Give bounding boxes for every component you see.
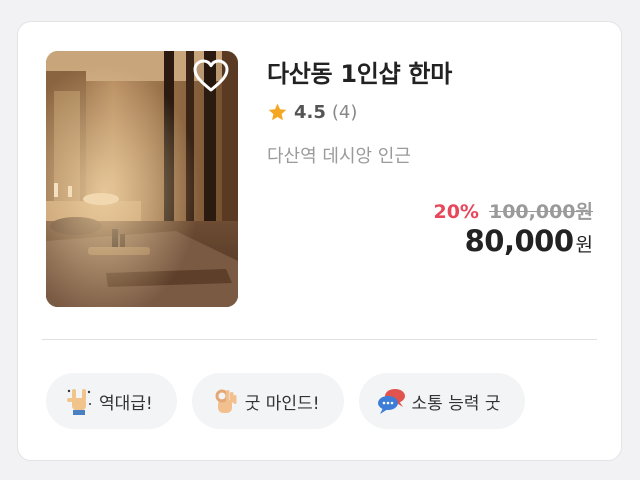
rating: 4.5 (4): [267, 100, 357, 124]
tag-label: 역대급!: [99, 393, 153, 414]
tag-label: 굿 마인드!: [244, 393, 320, 414]
ok-hand-emoji-icon: [215, 389, 237, 413]
rating-score: 4.5: [294, 101, 326, 123]
tag-chip[interactable]: 굿 마인드!: [191, 373, 344, 429]
original-price: 100,000원: [488, 201, 593, 223]
price-value: 80,000: [464, 224, 574, 258]
listing-card[interactable]: 다산동 1인샵 한마 4.5 (4) 다산역 데시앙 인근 20% 100,00…: [17, 21, 622, 461]
star-icon: [268, 103, 287, 120]
discount-info: 20% 100,000원: [433, 197, 593, 224]
price-currency: 원: [575, 234, 593, 256]
tag-chip[interactable]: 소통 능력 굿: [358, 373, 525, 429]
review-tags: 역대급! 굿 마인드! 소통 능력 굿: [46, 373, 525, 429]
discount-rate: 20%: [433, 201, 479, 223]
tag-chip[interactable]: 역대급!: [46, 373, 177, 429]
speech-bubbles-emoji-icon: [377, 389, 405, 414]
tag-label: 소통 능력 굿: [411, 393, 501, 414]
rock-hand-emoji-icon: [67, 389, 91, 415]
favorite-heart-icon[interactable]: [192, 57, 230, 95]
divider: [42, 339, 597, 340]
sale-price: 80,000 원: [465, 224, 593, 258]
location-text: 다산역 데시앙 인근: [267, 146, 411, 167]
listing-title[interactable]: 다산동 1인샵 한마: [267, 54, 452, 89]
review-count: (4): [331, 101, 358, 123]
